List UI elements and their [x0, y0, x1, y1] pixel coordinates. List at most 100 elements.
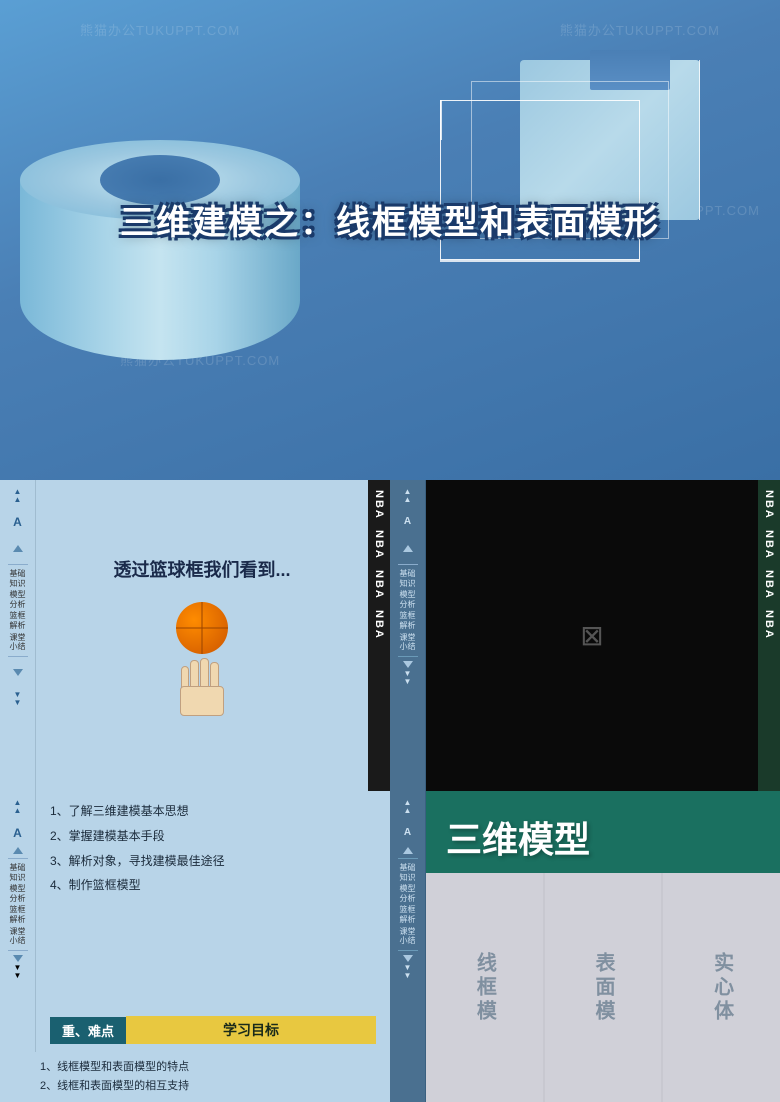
key-points-section: 1、线框模型和表面模型的特点 2、线框和表面模型的相互支持 [0, 1052, 390, 1102]
sb-obj-bb[interactable]: ▼▼ [14, 964, 22, 980]
sb-b-lankuang[interactable]: 篮框解析 [400, 611, 416, 630]
sb-m-aa: ▲▲ [396, 795, 420, 819]
sb-b-ketang-label: 课堂小结 [400, 633, 416, 652]
obj-sidebar: ▲▲ A 基础知识 模型分析 篮框解析 [0, 791, 36, 1052]
sb-icon-a-1: A [6, 510, 30, 534]
sb-obj-ketang-l: 课堂小结 [10, 927, 26, 946]
sb-item-bb-1[interactable]: ▼▼ [6, 687, 30, 711]
model-card-3: 实心体 [663, 873, 780, 1102]
black-nba-1: NBA [763, 490, 775, 520]
hand-palm [180, 686, 224, 716]
sb-b-ketang[interactable]: 课堂小结 [400, 633, 416, 652]
sb-m-tri-down[interactable] [403, 955, 413, 962]
sb-item-jichuzishi[interactable]: 基础知识 [10, 569, 26, 588]
sb-obj-jichu[interactable]: 基础知识 [10, 863, 26, 882]
sb-item-b3[interactable] [396, 536, 420, 560]
model-card-1-text: 线框模 [474, 952, 494, 1024]
sb-item-tri-down-1[interactable] [6, 661, 30, 685]
sb-obj-2[interactable]: A [6, 821, 30, 845]
model-card-1: 线框模 [426, 873, 543, 1102]
model-title: 三维模型 [446, 811, 760, 863]
sb-m-a: A [396, 821, 420, 845]
obj-label-box: 重、难点 [50, 1017, 126, 1044]
model-card-2-text: 表面模 [593, 952, 613, 1024]
sb-item-3[interactable] [6, 536, 30, 560]
watermark-2: 熊猫办公TUKUPPT.COM [560, 20, 720, 39]
sb-m-2[interactable]: A [396, 821, 420, 845]
cylinder-shape [20, 140, 300, 360]
sb-item-lankuangjiexi[interactable]: 篮框解析 [10, 611, 26, 630]
sb-icon-aa-1: ▲▲ [6, 484, 30, 508]
sb-obj-moxing[interactable]: 模型分析 [10, 884, 26, 903]
model-card-3-text: 实心体 [712, 952, 732, 1024]
sb-obj-lankuang[interactable]: 篮框解析 [10, 905, 26, 924]
sb-b-tri-down[interactable] [403, 661, 413, 668]
sb-b-bb[interactable]: ▼▼ [404, 670, 412, 686]
sb-m-bb[interactable]: ▼▼ [404, 964, 412, 980]
sb-item-b2[interactable]: A [396, 510, 420, 534]
sb-obj-lankuang-l: 篮框解析 [10, 905, 26, 924]
basketball-nba-sidebar: NBA NBA NBA NBA [368, 480, 390, 791]
cell-black: ▲▲ A 基础知识 模型分析 篮框解析 课堂小结 [390, 480, 780, 791]
sb-icon-tri-b [396, 536, 420, 560]
sb-m-ketang[interactable]: 课堂小结 [400, 927, 416, 946]
sb-m-ketang-l: 课堂小结 [400, 927, 416, 946]
model-card-2: 表面模 [545, 873, 662, 1102]
sb-obj-moxing-l: 模型分析 [10, 884, 26, 903]
sb-obj-jichu-l: 基础知识 [10, 863, 26, 882]
sb-b-jichu-label: 基础知识 [400, 569, 416, 588]
sb-b-moxing-label: 模型分析 [400, 590, 416, 609]
basketball-figure [176, 602, 228, 716]
sb-obj-tri-down[interactable] [13, 955, 23, 962]
model-cards-area: 线框模 表面模 实心体 [426, 873, 780, 1102]
cell-objectives: ▲▲ A 基础知识 模型分析 篮框解析 [0, 791, 390, 1102]
sb-item-2[interactable]: A [6, 510, 30, 534]
basketball-sidebar: ▲▲ A 基础知识 模型分析 篮框解析 课堂小结 [0, 480, 36, 791]
top-section: 熊猫办公TUKUPPT.COM 熊猫办公TUKUPPT.COM 熊猫办公TUKU… [0, 0, 780, 480]
sb-item-b1[interactable]: ▲▲ [396, 484, 420, 508]
sb-m-jichu[interactable]: 基础知识 [400, 863, 416, 882]
sb-obj-3[interactable] [13, 847, 23, 854]
sb-label-jichu: 基础知识 [10, 569, 26, 588]
nba-text-3: NBA [373, 570, 385, 600]
black-content: ⊠ [426, 480, 758, 791]
sb-b-jichu[interactable]: 基础知识 [400, 569, 416, 588]
sb-m-lankuang-l: 篮框解析 [400, 905, 416, 924]
basketball-hand [177, 656, 227, 716]
model-sidebar: ▲▲ A 基础知识 模型分析 篮框解析 课堂小结 [390, 791, 426, 1102]
sb-obj-ketang[interactable]: 课堂小结 [10, 927, 26, 946]
sb-icon-aa-b: ▲▲ [396, 484, 420, 508]
sb-icon-bb-1: ▼▼ [6, 687, 30, 711]
sb-m-1[interactable]: ▲▲ [396, 795, 420, 819]
sb-m-tri-d [403, 955, 413, 962]
sb-obj-a: A [6, 821, 30, 845]
cell-basketball: ▲▲ A 基础知识 模型分析 篮框解析 课堂小结 [0, 480, 390, 791]
sb-b-moxing[interactable]: 模型分析 [400, 590, 416, 609]
model-content: 三维模型 线框模 表面模 实心体 [426, 791, 780, 1102]
hand-finger-2 [190, 660, 199, 688]
basketball-ball [176, 602, 228, 654]
sb-item-ketangxiaojie[interactable]: 课堂小结 [10, 633, 26, 652]
hand-finger-4 [210, 662, 219, 688]
black-nba-sidebar: NBA NBA NBA NBA [758, 480, 780, 791]
objectives-content: 1、了解三维建模基本思想 2、掌握建模基本手段 3、解析对象，寻找建模最佳途径 … [36, 791, 390, 1052]
bottom-section: ▲▲ A 基础知识 模型分析 篮框解析 课堂小结 [0, 480, 780, 1102]
nba-text-1: NBA [373, 490, 385, 520]
obj-item-1: 1、了解三维建模基本思想 [50, 803, 376, 820]
basketball-header-text: 透过篮球框我们看到... [113, 556, 290, 582]
sb-item-1[interactable]: ▲▲ [6, 484, 30, 508]
sb-obj-1[interactable]: ▲▲ [6, 795, 30, 819]
sb-m-3[interactable] [403, 847, 413, 854]
sb-m-moxing[interactable]: 模型分析 [400, 884, 416, 903]
nba-text-4: NBA [373, 610, 385, 640]
basketball-content: 透过篮球框我们看到... [36, 480, 368, 791]
sb-m-lankuang[interactable]: 篮框解析 [400, 905, 416, 924]
hand-finger-1 [181, 666, 189, 688]
obj-section-title: 学习目标 [126, 1016, 376, 1044]
sb-b-lankuang-label: 篮框解析 [400, 611, 416, 630]
objectives-row: ▲▲ A 基础知识 模型分析 篮框解析 [0, 791, 390, 1052]
cell-3dmodel: ▲▲ A 基础知识 模型分析 篮框解析 课堂小结 [390, 791, 780, 1102]
obj-item-3: 3、解析对象，寻找建模最佳途径 [50, 853, 376, 870]
obj-item-2: 2、掌握建模基本手段 [50, 828, 376, 845]
sb-item-moxingfenxi[interactable]: 模型分析 [10, 590, 26, 609]
